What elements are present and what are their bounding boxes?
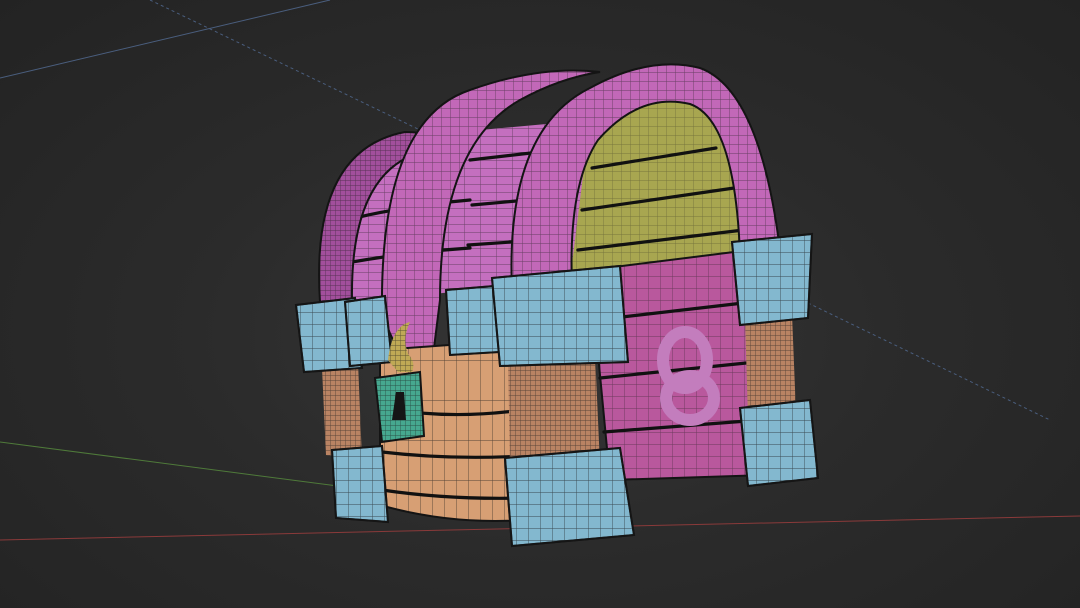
chest-wireframe-render[interactable] xyxy=(0,0,1080,608)
3d-viewport[interactable] xyxy=(0,0,1080,608)
guide-line xyxy=(807,302,1051,421)
guide-line xyxy=(0,0,331,79)
guide-line xyxy=(149,0,421,131)
